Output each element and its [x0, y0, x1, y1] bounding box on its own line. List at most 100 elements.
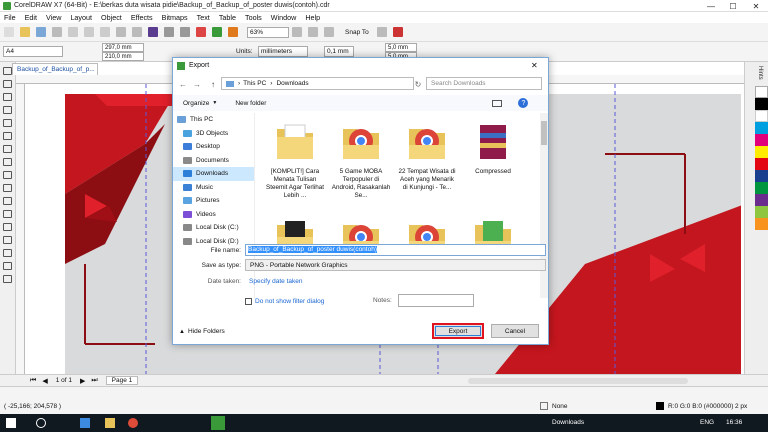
organize-menu[interactable]: Organize [183, 100, 209, 107]
grid-icon[interactable] [324, 27, 334, 37]
maximize-button[interactable]: ☐ [722, 0, 744, 12]
swatch-none[interactable] [755, 86, 768, 98]
copy-icon[interactable] [84, 27, 94, 37]
specify-date-link[interactable]: Specify date taken [249, 278, 302, 285]
file-name-input[interactable]: Backup_of_Backup_of_poster duwis(contoh) [245, 244, 546, 256]
swatch-green[interactable] [755, 182, 768, 194]
dialog-close-button[interactable]: ✕ [531, 61, 538, 70]
swatch-white[interactable] [755, 110, 768, 122]
drop-shadow-icon[interactable] [3, 223, 12, 231]
address-bar[interactable]: › This PC › Downloads [221, 77, 414, 90]
transparency-tool-icon[interactable] [3, 236, 12, 244]
filter-checkbox[interactable] [245, 297, 252, 305]
export-button[interactable]: Export [432, 323, 484, 339]
swatch-yellow[interactable] [755, 146, 768, 158]
freehand-tool-icon[interactable] [3, 119, 12, 127]
coreldraw-taskbar-icon[interactable] [211, 416, 225, 430]
nav-item-downloads[interactable]: Downloads [173, 167, 254, 181]
crop-tool-icon[interactable] [3, 93, 12, 101]
minimize-button[interactable]: — [700, 0, 722, 12]
menu-view[interactable]: View [46, 13, 61, 22]
paste-icon[interactable] [100, 27, 110, 37]
pick-tool-icon[interactable] [3, 67, 12, 75]
page-height-field[interactable]: 210,0 mm [102, 52, 144, 61]
file-item[interactable]: [KOMPLIT!] Cara Menata Tulisan Steemit A… [265, 113, 325, 200]
menu-layout[interactable]: Layout [70, 13, 92, 22]
prev-page-icon[interactable]: ◀ [42, 377, 47, 385]
interactive-fill-icon[interactable] [3, 262, 12, 270]
open-icon[interactable] [20, 27, 30, 37]
pdf-icon[interactable] [196, 27, 206, 37]
first-page-icon[interactable]: ⏮ [30, 377, 36, 385]
new-icon[interactable] [4, 27, 14, 37]
next-page-icon[interactable]: ▶ [80, 377, 85, 385]
menu-tools[interactable]: Tools [245, 13, 262, 22]
app-launcher-icon[interactable] [212, 27, 222, 37]
docker-tab-hints[interactable]: Hints [751, 62, 763, 84]
save-icon[interactable] [36, 27, 46, 37]
swatch-lime[interactable] [755, 206, 768, 218]
document-tab[interactable]: Backup_of_Backup_of_p... [12, 63, 98, 75]
menu-effects[interactable]: Effects [131, 13, 153, 22]
rectangle-tool-icon[interactable] [3, 145, 12, 153]
swatch-red[interactable] [755, 158, 768, 170]
chrome-icon[interactable] [128, 418, 138, 428]
breadcrumb-downloads[interactable]: Downloads [276, 80, 308, 87]
rulers-icon[interactable] [308, 27, 318, 37]
nav-item-pictures[interactable]: Pictures [173, 194, 254, 208]
cortana-icon[interactable] [36, 418, 46, 428]
horizontal-scrollbar[interactable] [468, 377, 689, 384]
swatch-blue[interactable] [755, 170, 768, 182]
options-icon[interactable] [376, 27, 387, 37]
redo-icon[interactable] [132, 27, 142, 37]
search-content-icon[interactable] [148, 27, 158, 37]
last-page-icon[interactable]: ⏭ [91, 377, 97, 385]
notes-input[interactable] [398, 294, 474, 307]
file-item[interactable]: 5 Game MOBA Terpopuler di Android, Rasak… [331, 113, 391, 200]
undo-icon[interactable] [116, 27, 126, 37]
menu-bitmaps[interactable]: Bitmaps [162, 13, 188, 22]
corel-connect-icon[interactable] [228, 27, 238, 37]
close-window-button[interactable]: ✕ [744, 0, 768, 12]
polygon-tool-icon[interactable] [3, 171, 12, 179]
filter-checkbox-label[interactable]: Do not show filter dialog [255, 298, 324, 305]
export-icon[interactable] [180, 27, 190, 37]
swatch-cyan[interactable] [755, 122, 768, 134]
language-indicator[interactable]: ENG [700, 419, 714, 426]
nav-item-this-pc[interactable]: This PC [173, 113, 254, 127]
nav-item-videos[interactable]: Videos [173, 208, 254, 222]
nav-item-desktop[interactable]: Desktop [173, 140, 254, 154]
edge-icon[interactable] [80, 418, 90, 428]
windows-start-icon[interactable] [6, 418, 16, 428]
file-item[interactable]: Compressed [463, 113, 523, 176]
eyedropper-icon[interactable] [3, 249, 12, 257]
launch-icon[interactable] [392, 27, 403, 37]
duplicate-x-field[interactable]: 5,0 mm [385, 43, 417, 52]
clock[interactable]: 16:36 [726, 419, 742, 426]
up-arrow-icon[interactable]: ↑ [207, 78, 219, 90]
refresh-icon[interactable]: ↻ [412, 78, 424, 90]
menu-edit[interactable]: Edit [25, 13, 37, 22]
hide-folders-button[interactable]: ▲ Hide Folders [179, 328, 225, 335]
file-item[interactable]: 22 Tempat Wisata di Aceh yang Menarik di… [397, 113, 457, 192]
units-dropdown[interactable]: millimeters [258, 46, 308, 57]
breadcrumb-this-pc[interactable]: This PC [243, 80, 266, 87]
view-options-icon[interactable] [492, 99, 503, 107]
smart-fill-icon[interactable] [3, 275, 12, 283]
swatch-orange[interactable] [755, 218, 768, 230]
menu-text[interactable]: Text [197, 13, 210, 22]
cancel-button[interactable]: Cancel [491, 324, 539, 338]
import-icon[interactable] [164, 27, 174, 37]
text-tool-icon[interactable] [3, 184, 12, 192]
nav-item-3d-objects[interactable]: 3D Objects [173, 127, 254, 141]
back-arrow-icon[interactable]: ← [177, 78, 189, 90]
forward-arrow-icon[interactable]: → [191, 78, 203, 90]
page-width-field[interactable]: 297,0 mm [102, 43, 144, 52]
print-icon[interactable] [52, 27, 62, 37]
scroll-thumb[interactable] [541, 121, 547, 145]
zoom-level-field[interactable]: 63% [247, 26, 289, 38]
taskbar-downloads-label[interactable]: Downloads [552, 419, 584, 426]
page-size-dropdown[interactable]: A4 [3, 46, 63, 57]
ellipse-tool-icon[interactable] [3, 158, 12, 166]
explorer-icon[interactable] [105, 418, 115, 428]
